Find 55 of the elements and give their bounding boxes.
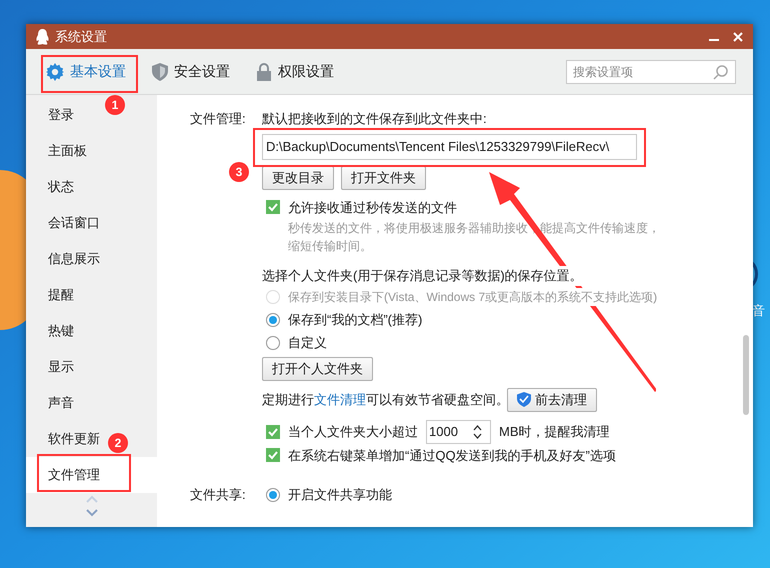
search-field[interactable]: 搜索设置项 [566,60,736,84]
intro-text: 默认把接收到的文件保存到此文件夹中: [262,110,488,128]
folder-button[interactable]: 更改目录 [262,166,334,190]
settings-tab[interactable]: 权限设置 [256,61,334,82]
spin-arrows-icon[interactable] [473,424,482,440]
sidebar-item[interactable]: 信息展示 [26,241,102,277]
radio-button[interactable] [266,336,280,350]
radio-label: 开启文件共享功能 [288,486,392,504]
open-folder-button[interactable]: 打开个人文件夹 [262,356,373,380]
section-label: 文件共享: [190,486,247,504]
cleanup-button[interactable]: 前去清理 [507,388,597,412]
radio-label: 保存到安装目录下(Vista、Windows 7或更高版本的系统不支持此选项) [288,288,658,306]
settings-tab[interactable]: 基本设置 [46,61,126,82]
gear-icon [46,62,64,80]
sidebar-item[interactable]: 会话窗口 [26,205,102,241]
size-input[interactable]: 1000 [429,422,473,442]
search-input[interactable]: 搜索设置项 [573,62,713,80]
checkbox-label: 当个人文件夹大小超过 [288,422,418,441]
sidebar-item[interactable]: 显示 [26,349,102,385]
checkbox-label: 在系统右键菜单增加“通过QQ发送到我的手机及好友”选项 [288,446,616,464]
radio-button[interactable] [266,488,280,502]
cleanup-text: 定期进行文件清理可以有效节省硬盘空间。 [262,390,507,409]
sidebar-item[interactable]: 声音 [26,385,102,421]
size-spin-field[interactable]: 1000 [426,420,491,444]
folder-button[interactable]: 打开文件夹 [341,166,426,190]
section-label: 文件管理: [190,110,247,128]
scroll-up-icon[interactable] [86,495,98,503]
checkbox-label: MB时，提醒我清理 [499,422,610,441]
settings-tab[interactable]: 安全设置 [152,61,230,82]
search-icon[interactable] [713,64,729,80]
scrollbar-thumb[interactable] [743,335,749,415]
sidebar-item[interactable]: 提醒 [26,277,102,313]
sidebar-item[interactable]: 热键 [26,313,102,349]
sidebar-item[interactable]: 登录 [26,97,102,133]
radio-button[interactable] [266,313,280,327]
file-cleanup-link[interactable]: 文件清理 [314,392,366,407]
checkbox[interactable] [266,424,280,438]
checkbox[interactable] [266,448,280,462]
lock-icon [256,62,272,80]
checkbox-label: 允许接收通过秒传发送的文件 [288,198,457,216]
radio-label: 保存到“我的文档”(推荐) [288,310,422,330]
shield-icon [152,62,168,80]
sidebar-item[interactable]: 主面板 [26,133,102,169]
shield-icon [517,392,531,407]
sidebar-item[interactable]: 软件更新 [26,421,102,457]
window-title: 系统设置 [55,28,107,46]
scroll-down-icon[interactable] [86,509,98,517]
desktop-icon-label: 音 [752,302,765,320]
sidebar-item[interactable]: 文件管理 [26,457,157,493]
path-field[interactable]: D:\Backup\Documents\Tencent Files\1253329799\FileRecv\ [262,134,637,160]
penguin-icon [36,28,49,44]
sidebar-item[interactable]: 状态 [26,169,102,205]
prompt-text: 选择个人文件夹(用于保存消息记录等数据)的保存位置。 [262,266,583,286]
checkbox[interactable] [266,200,280,214]
close-icon[interactable] [733,32,743,42]
